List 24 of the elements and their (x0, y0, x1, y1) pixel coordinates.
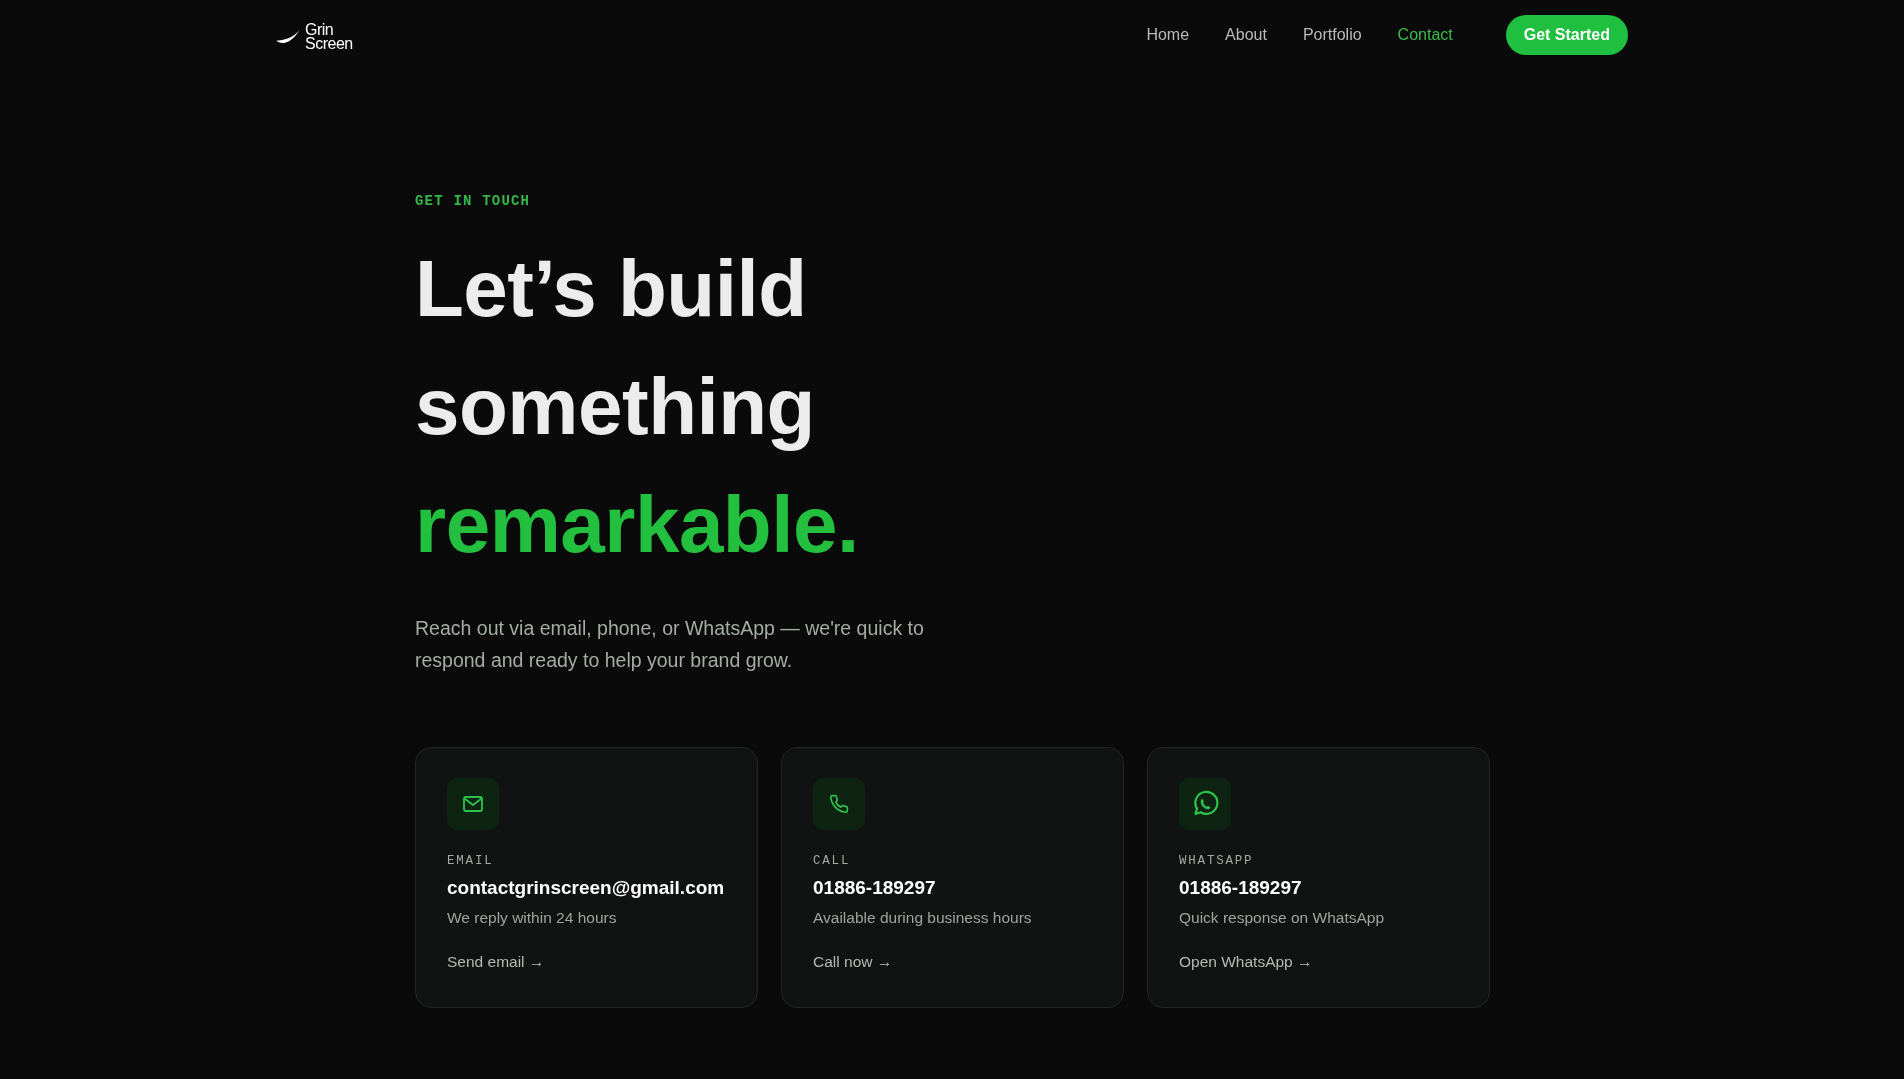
card-label: WHATSAPP (1179, 853, 1254, 869)
phone-icon (813, 778, 865, 830)
card-note: Available during business hours (813, 908, 1032, 928)
nav-link[interactable]: Contact (1397, 26, 1453, 44)
card-label: CALL (813, 853, 851, 869)
card-note: We reply within 24 hours (447, 908, 617, 928)
card-link[interactable]: Open WhatsApp → (1179, 951, 1313, 973)
nav-link[interactable]: About (1225, 26, 1267, 44)
contact-value: 01886-189297 (1179, 876, 1302, 900)
contact-value: contactgrinscreen@gmail.com (447, 876, 725, 900)
chat-phone-icon (1179, 778, 1231, 830)
card-label: EMAIL (447, 853, 494, 869)
nav-link[interactable]: Portfolio (1302, 26, 1362, 44)
card-note: Quick response on WhatsApp (1179, 908, 1385, 928)
logo-wordmark[interactable]: Grin Screen (305, 23, 353, 51)
swoosh-logo-icon (276, 29, 300, 45)
card-link[interactable]: Call now → (813, 951, 893, 973)
envelope-icon (447, 778, 499, 830)
card-link[interactable]: Send email → (447, 951, 545, 973)
hero-heading: Let’s build something remarkable. (415, 243, 860, 571)
contact-value: 01886-189297 (813, 876, 936, 900)
section-eyebrow: GET IN TOUCH (415, 192, 532, 210)
intro-paragraph: Reach out via email, phone, or WhatsApp — we're quick to respond and ready to help your brand grow. (415, 616, 925, 673)
nav-link[interactable]: Home (1146, 26, 1190, 44)
